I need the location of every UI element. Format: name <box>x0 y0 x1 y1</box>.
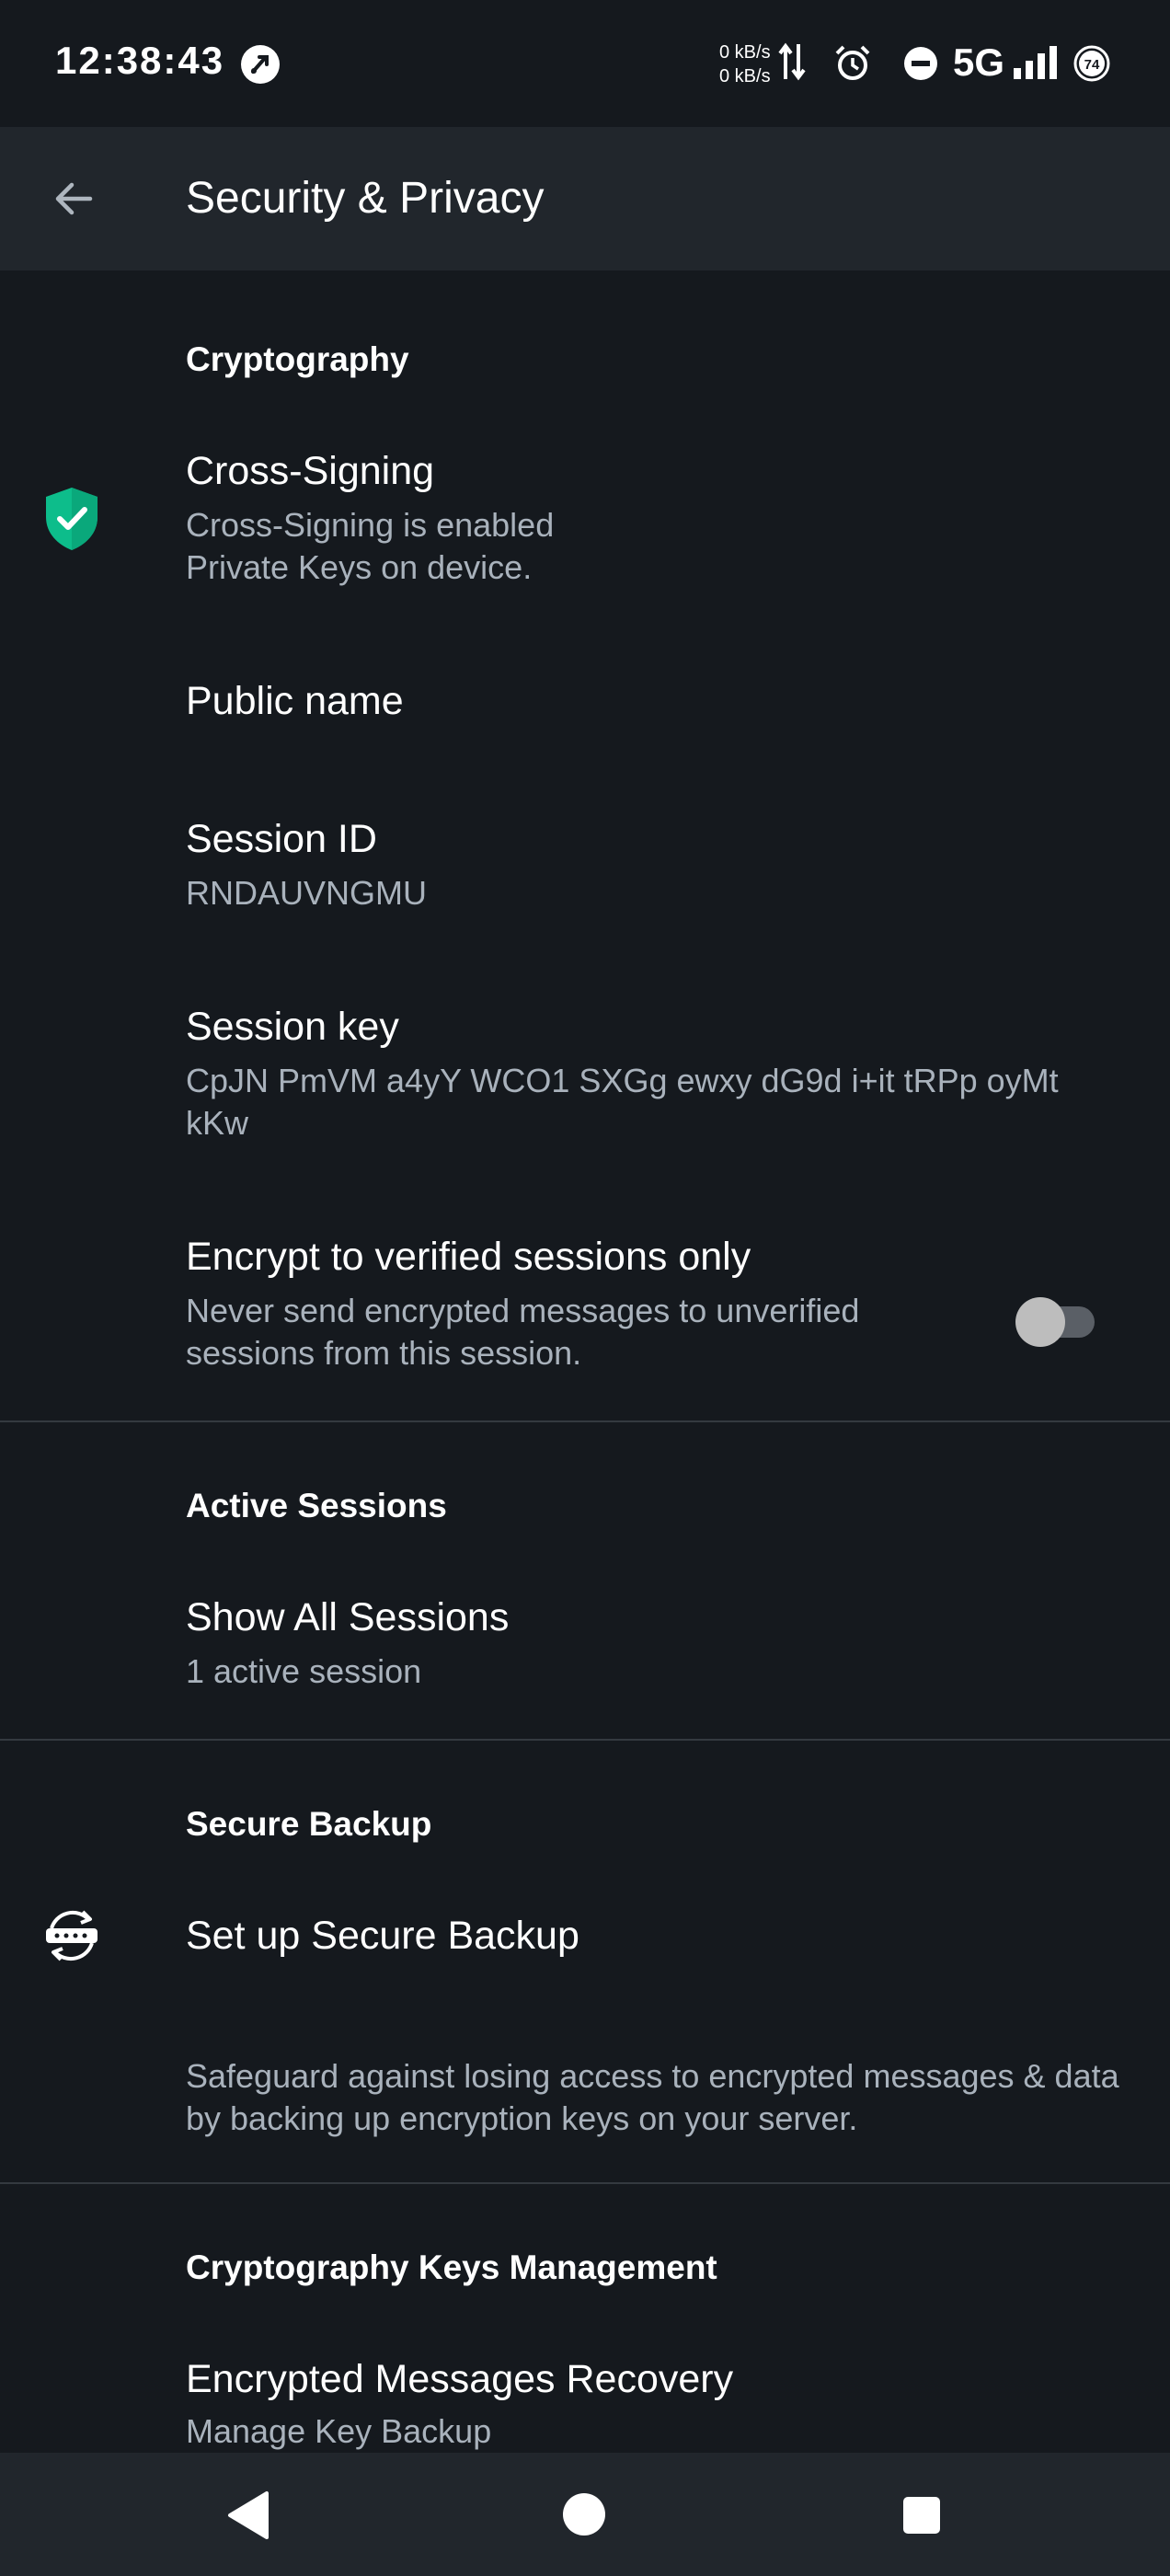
network-speed: 0 kB/s 0 kB/s <box>719 40 771 88</box>
alarm-icon <box>833 44 872 87</box>
notification-app-icon <box>241 45 280 84</box>
status-time: 12:38:43 <box>55 39 225 82</box>
pref-title: Cross-Signing <box>186 449 435 493</box>
summary-line: Cross-Signing is enabled <box>186 506 555 544</box>
back-button[interactable] <box>37 162 110 236</box>
pref-title: Encrypted Messages Recovery <box>186 2357 734 2401</box>
section-header-keys-management: Cryptography Keys Management <box>186 2248 717 2286</box>
toggle-thumb <box>1015 1297 1065 1347</box>
net-down-speed: 0 kB/s <box>719 66 771 86</box>
nav-home-button[interactable] <box>563 2493 605 2536</box>
section-header-secure-backup: Secure Backup <box>186 1805 432 1843</box>
session-id-value: RNDAUVNGMU <box>186 874 428 912</box>
shield-check-icon <box>42 486 101 557</box>
settings-list[interactable]: Cryptography Cross-Signing Cross-Signing… <box>0 270 1170 2453</box>
pref-title: Show All Sessions <box>186 1595 510 1639</box>
status-bar: 12:38:43 0 kB/s 0 kB/s 5G 74 <box>0 0 1170 127</box>
nav-recents-button[interactable] <box>903 2497 940 2534</box>
network-type: 5G <box>953 40 1005 84</box>
pref-summary: Never send encrypted messages to unverif… <box>186 1292 860 1372</box>
pref-title: Set up Secure Backup <box>186 1914 579 1958</box>
pref-summary: Manage Key Backup <box>186 2412 492 2450</box>
section-header-cryptography: Cryptography <box>186 340 409 378</box>
session-key-value: CpJN PmVM a4yY WCO1 SXGg ewxy dG9d i+it … <box>186 1062 1059 1142</box>
pref-title: Encrypt to verified sessions only <box>186 1235 751 1279</box>
summary-line: Private Keys on device. <box>186 548 533 586</box>
signal-strength-icon <box>1014 46 1060 84</box>
app-toolbar: Security & Privacy <box>0 127 1170 270</box>
pref-title: Public name <box>186 679 404 723</box>
section-divider <box>0 1739 1170 1741</box>
key-backup-icon <box>42 1906 101 1970</box>
pref-title: Session ID <box>186 817 377 861</box>
data-transfer-icon <box>778 42 806 86</box>
battery-level: 74 <box>1084 57 1100 73</box>
page-title: Security & Privacy <box>186 174 545 223</box>
do-not-disturb-icon <box>901 44 940 87</box>
system-navigation-bar <box>0 2453 1170 2576</box>
encrypt-verified-toggle[interactable] <box>1015 1290 1100 1347</box>
secure-backup-info: Safeguard against losing access to encry… <box>186 2057 1119 2137</box>
section-divider <box>0 1420 1170 1422</box>
arrow-back-icon <box>55 182 93 215</box>
nav-back-button[interactable] <box>224 2490 276 2541</box>
battery-icon: 74 <box>1072 44 1111 87</box>
triangle-back-icon <box>228 2491 269 2539</box>
pref-summary: 1 active session <box>186 1652 422 1690</box>
pref-title: Session key <box>186 1005 399 1049</box>
net-up-speed: 0 kB/s <box>719 42 771 63</box>
pref-summary: Cross-Signing is enabled Private Keys on… <box>186 504 1124 589</box>
section-header-active-sessions: Active Sessions <box>186 1487 447 1524</box>
section-divider <box>0 2182 1170 2184</box>
